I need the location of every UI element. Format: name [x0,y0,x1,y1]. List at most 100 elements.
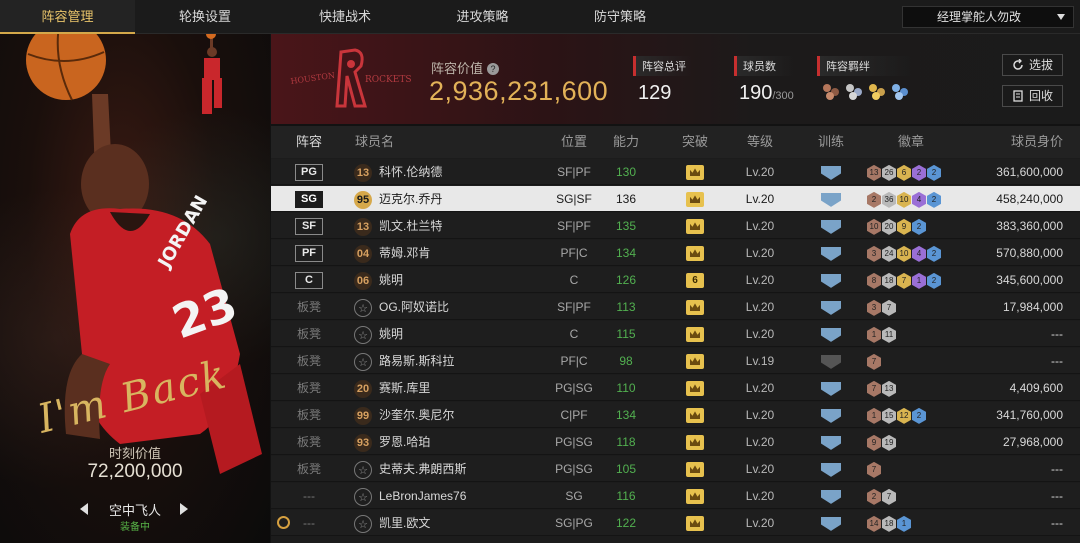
player-name[interactable]: 蒂姆.邓肯 [379,240,549,266]
training-cell[interactable] [811,213,851,239]
badge-icon[interactable]: 10 [867,218,881,235]
breakthrough-cell[interactable] [675,213,715,239]
badge-icon[interactable]: 11 [882,326,896,343]
badge-icon[interactable]: 20 [882,218,896,235]
lineup-slot-tag[interactable]: --- [303,489,315,503]
breakthrough-cell[interactable] [675,402,715,428]
tab-offense-strategy[interactable]: 进攻策略 [415,0,550,34]
breakthrough-cell[interactable] [675,483,715,509]
badge-icon[interactable]: 3 [867,245,881,262]
bond-gold-icon[interactable] [868,82,888,100]
badge-icon[interactable]: 7 [882,299,896,316]
breakthrough-cell[interactable] [675,375,715,401]
badge-icon[interactable]: 14 [867,515,881,532]
breakthrough-cell[interactable] [675,240,715,266]
table-row[interactable]: C 06 姚明 C 126 6 Lv.20 8 18 7 1 2 345,600,000 [271,267,1080,293]
badge-icon[interactable]: 4 [912,245,926,262]
tab-defense-strategy[interactable]: 防守策略 [550,0,690,34]
player-name[interactable]: 史蒂夫.弗朗西斯 [379,456,549,482]
player-name[interactable]: 姚明 [379,321,549,347]
lineup-slot-tag[interactable]: 板凳 [297,300,321,314]
header-badges[interactable]: 徽章 [881,126,941,158]
badge-icon[interactable]: 7 [867,380,881,397]
select-button[interactable]: 选拔 [1002,54,1063,76]
badge-icon[interactable]: 10 [897,245,911,262]
table-row[interactable]: --- ☆ 凯里.欧文 SG|PG 122 Lv.20 14 18 1 --- [271,510,1080,536]
badge-icon[interactable]: 9 [897,218,911,235]
table-row[interactable]: 板凳 20 赛斯.库里 PG|SG 110 Lv.20 7 13 4,409,600 [271,375,1080,401]
badge-icon[interactable]: 2 [927,191,941,208]
lineup-slot-tag[interactable]: --- [303,516,315,530]
badge-icon[interactable]: 18 [882,515,896,532]
table-row[interactable]: PF 04 蒂姆.邓肯 PF|C 134 Lv.20 3 24 10 4 2 570,880,000 [271,240,1080,266]
header-rating[interactable]: 能力 [601,126,651,158]
badge-icon[interactable]: 2 [912,407,926,424]
player-name[interactable]: 赛斯.库里 [379,375,549,401]
badge-icon[interactable]: 9 [867,434,881,451]
lineup-slot-tag[interactable]: 板凳 [297,462,321,476]
table-row[interactable]: 板凳 ☆ 史蒂夫.弗朗西斯 PG|SG 105 Lv.20 7 --- [271,456,1080,482]
badge-icon[interactable]: 2 [867,191,881,208]
manager-select[interactable]: 经理掌舵人勿改 [902,6,1074,28]
badge-icon[interactable]: 2 [912,164,926,181]
badge-icon[interactable]: 2 [927,272,941,289]
help-icon[interactable]: ? [487,63,500,75]
training-cell[interactable] [811,294,851,320]
header-position[interactable]: 位置 [539,126,609,158]
badge-icon[interactable]: 7 [867,353,881,370]
badge-icon[interactable]: 12 [897,407,911,424]
badge-icon[interactable]: 2 [927,164,941,181]
breakthrough-cell[interactable] [675,294,715,320]
breakthrough-cell[interactable] [675,429,715,455]
training-cell[interactable] [811,456,851,482]
badge-icon[interactable]: 26 [882,164,896,181]
breakthrough-cell[interactable] [675,159,715,185]
lineup-slot-tag[interactable]: SG [295,191,323,209]
player-name[interactable]: 科怀.伦纳德 [379,159,549,185]
training-cell[interactable] [811,429,851,455]
header-breakthrough[interactable]: 突破 [675,126,715,158]
lineup-slot-tag[interactable]: SF [295,218,323,236]
badge-icon[interactable]: 13 [867,164,881,181]
table-row[interactable]: 板凳 99 沙奎尔.奥尼尔 C|PF 134 Lv.20 1 15 12 2 341,760,000 [271,402,1080,428]
arrow-right-icon[interactable] [180,503,188,515]
badge-icon[interactable]: 1 [912,272,926,289]
training-cell[interactable] [811,402,851,428]
table-row[interactable]: 板凳 ☆ OG.阿奴诺比 SF|PF 113 Lv.20 3 7 17,984,000 [271,294,1080,320]
table-row[interactable]: 板凳 ☆ 路易斯.斯科拉 PF|C 98 Lv.19 7 --- [271,348,1080,374]
table-row[interactable]: SF 13 凯文.杜兰特 SF|PF 135 Lv.20 10 20 9 2 383,360,000 [271,213,1080,239]
badge-icon[interactable]: 7 [867,461,881,478]
player-name[interactable]: 凯文.杜兰特 [379,213,549,239]
training-cell[interactable] [811,267,851,293]
lineup-slot-tag[interactable]: 板凳 [297,408,321,422]
table-row[interactable]: PG 13 科怀.伦纳德 SF|PF 130 Lv.20 13 26 6 2 2 361,600,00… [271,159,1080,185]
badge-icon[interactable]: 2 [867,488,881,505]
header-level[interactable]: 等级 [729,126,791,158]
lineup-slot-tag[interactable]: PG [295,164,323,182]
training-cell[interactable] [811,186,851,212]
badge-icon[interactable]: 15 [882,407,896,424]
badge-icon[interactable]: 2 [927,245,941,262]
training-cell[interactable] [811,321,851,347]
player-name[interactable]: 姚明 [379,267,549,293]
badge-icon[interactable]: 7 [897,272,911,289]
badge-icon[interactable]: 1 [897,515,911,532]
player-name[interactable]: 迈克尔.乔丹 [379,186,549,212]
training-cell[interactable] [811,240,851,266]
training-cell[interactable] [811,348,851,374]
badge-icon[interactable]: 13 [882,380,896,397]
player-name[interactable]: 路易斯.斯科拉 [379,348,549,374]
recycle-button[interactable]: 回收 [1002,85,1063,107]
header-value[interactable]: 球员身价 [971,126,1063,158]
training-cell[interactable] [811,483,851,509]
table-row[interactable]: SG 95 迈克尔.乔丹 SG|SF 136 Lv.20 2 36 10 4 2 458,240,00… [271,186,1080,212]
lineup-slot-tag[interactable]: 板凳 [297,381,321,395]
training-cell[interactable] [811,375,851,401]
arrow-left-icon[interactable] [80,503,88,515]
breakthrough-cell[interactable] [675,186,715,212]
lineup-slot-tag[interactable]: 板凳 [297,435,321,449]
training-cell[interactable] [811,510,851,536]
player-name[interactable]: 罗恩.哈珀 [379,429,549,455]
lineup-slot-tag[interactable]: 板凳 [297,354,321,368]
badge-icon[interactable]: 18 [882,272,896,289]
